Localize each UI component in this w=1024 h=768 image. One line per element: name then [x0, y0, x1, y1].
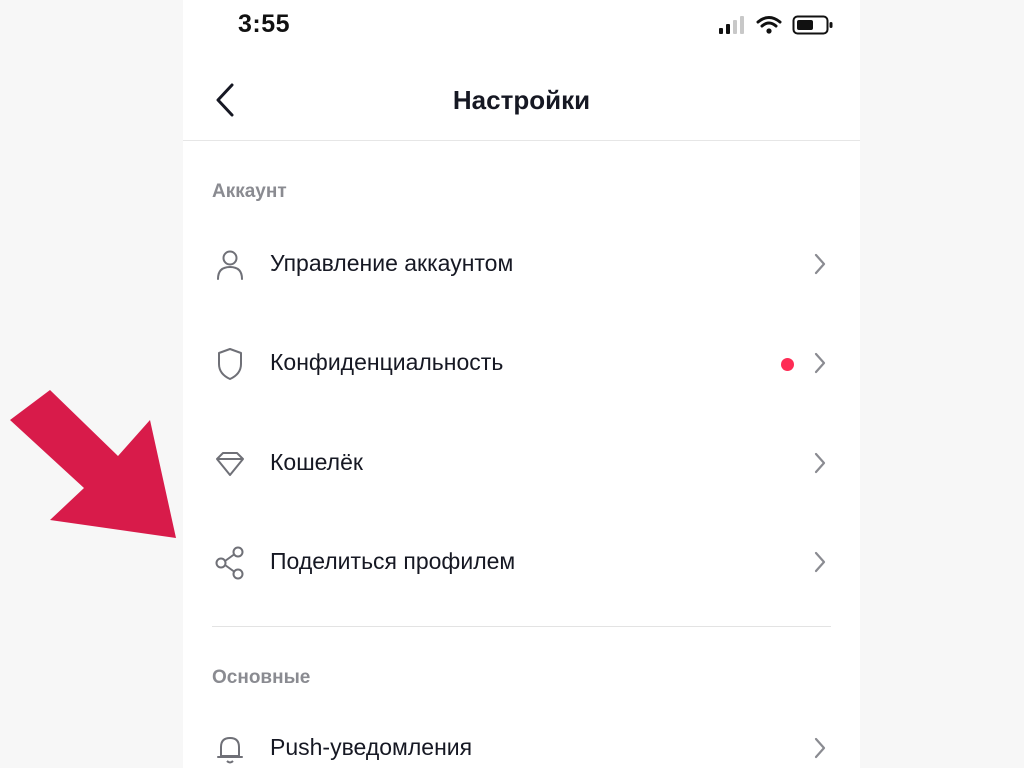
- shield-icon: [213, 347, 247, 381]
- menu-item-manage-account[interactable]: Управление аккаунтом: [183, 224, 860, 304]
- menu-item-label: Конфиденциальность: [270, 349, 504, 375]
- menu-item-label: Поделиться профилем: [270, 548, 516, 574]
- nav-bar: Настройки: [183, 52, 860, 141]
- status-time: 3:55: [238, 10, 291, 38]
- chevron-right-icon: [810, 251, 830, 277]
- menu-item-privacy[interactable]: Конфиденциальность: [183, 323, 860, 403]
- section-header-account: Аккаунт: [212, 181, 287, 202]
- person-icon: [213, 248, 247, 282]
- menu-item-share-profile[interactable]: Поделиться профилем: [183, 522, 860, 602]
- diamond-icon: [213, 447, 247, 481]
- menu-item-label: Кошелёк: [270, 449, 363, 475]
- wifi-icon: [756, 16, 782, 34]
- bell-icon: [213, 732, 247, 766]
- share-icon: [213, 546, 247, 580]
- notification-badge: [781, 358, 794, 371]
- chevron-right-icon: [810, 450, 830, 476]
- annotation-arrow-icon: [10, 390, 176, 538]
- status-bar: 3:55: [183, 0, 860, 50]
- cellular-signal-icon: [719, 16, 744, 34]
- chevron-right-icon: [810, 735, 830, 761]
- chevron-right-icon: [810, 549, 830, 575]
- section-divider: [212, 626, 831, 627]
- status-icons: [718, 14, 834, 36]
- chevron-right-icon: [810, 350, 830, 376]
- battery-icon: [792, 15, 833, 35]
- menu-item-label: Управление аккаунтом: [270, 250, 514, 276]
- menu-item-push-notifications[interactable]: Push-уведомления: [183, 708, 860, 768]
- screenshot-stage: 3:55 Настройки Аккаунт Управление аккаун…: [0, 0, 1024, 768]
- section-header-general: Основные: [212, 667, 311, 688]
- page-title: Настройки: [452, 85, 591, 115]
- menu-item-label: Push-уведомления: [270, 734, 473, 760]
- phone-screen: 3:55 Настройки Аккаунт Управление аккаун…: [183, 0, 860, 768]
- menu-item-wallet[interactable]: Кошелёк: [183, 423, 860, 503]
